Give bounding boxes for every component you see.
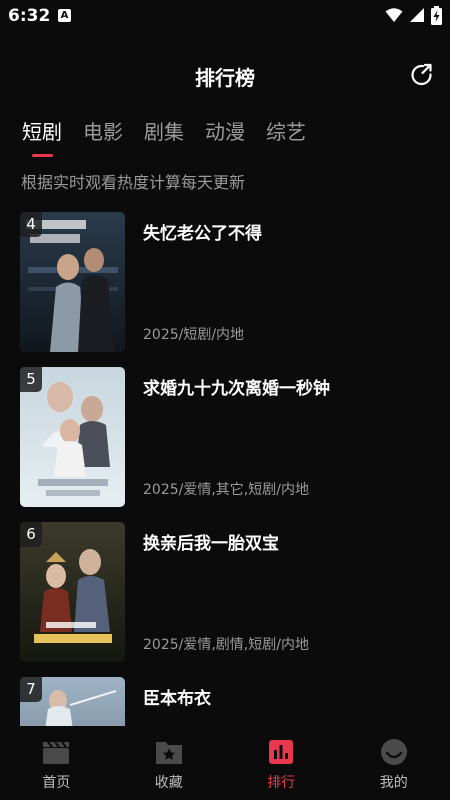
ranking-list[interactable]: 4 失忆老公了不得 2025/短剧/内地 5 求婚九十九次离婚一秒钟 2025/… bbox=[0, 210, 450, 726]
item-title[interactable]: 臣本布衣 bbox=[143, 684, 211, 709]
rank-badge: 4 bbox=[20, 212, 42, 237]
poster-thumbnail[interactable]: 6 bbox=[20, 522, 125, 662]
header: 排行榜 bbox=[0, 56, 450, 94]
nav-favorites[interactable]: 收藏 bbox=[113, 726, 226, 800]
refresh-icon bbox=[411, 63, 432, 86]
list-item[interactable]: 4 失忆老公了不得 2025/短剧/内地 bbox=[0, 210, 450, 365]
item-title[interactable]: 换亲后我一胎双宝 bbox=[143, 529, 279, 554]
tab-label: 综艺 bbox=[266, 120, 306, 144]
poster-thumbnail[interactable]: 7 bbox=[20, 677, 125, 726]
nav-home[interactable]: 首页 bbox=[0, 726, 113, 800]
list-item[interactable]: 5 求婚九十九次离婚一秒钟 2025/爱情,其它,短剧/内地 bbox=[0, 365, 450, 520]
wifi-icon bbox=[385, 8, 403, 22]
item-meta: 2025/爱情,剧情,短剧/内地 bbox=[143, 637, 309, 653]
item-title[interactable]: 求婚九十九次离婚一秒钟 bbox=[143, 374, 330, 399]
tab-anime[interactable]: 动漫 bbox=[205, 116, 245, 160]
nav-label: 首页 bbox=[42, 775, 71, 791]
tab-label: 剧集 bbox=[144, 120, 184, 144]
tab-label: 电影 bbox=[83, 120, 123, 144]
poster-thumbnail[interactable]: 4 bbox=[20, 212, 125, 352]
tab-short-drama[interactable]: 短剧 bbox=[22, 116, 62, 160]
notification-a-icon: A bbox=[58, 9, 71, 22]
list-item[interactable]: 6 换亲后我一胎双宝 2025/爱情,剧情,短剧/内地 bbox=[0, 520, 450, 675]
list-item[interactable]: 7 臣本布衣 bbox=[0, 675, 450, 726]
active-tab-indicator bbox=[32, 154, 53, 157]
status-bar: 6:32 A bbox=[0, 0, 450, 32]
refresh-button[interactable] bbox=[409, 62, 435, 88]
nav-label: 我的 bbox=[379, 775, 408, 791]
bottom-nav: 首页 收藏 排行 我的 bbox=[0, 726, 450, 800]
poster-thumbnail[interactable]: 5 bbox=[20, 367, 125, 507]
rank-badge: 7 bbox=[20, 677, 42, 702]
tab-movies[interactable]: 电影 bbox=[83, 116, 123, 160]
category-tabs: 短剧 电影 剧集 动漫 综艺 bbox=[22, 116, 306, 160]
nav-label: 收藏 bbox=[154, 775, 183, 791]
page-title: 排行榜 bbox=[195, 66, 255, 90]
bar-chart-icon bbox=[269, 740, 294, 764]
item-meta: 2025/短剧/内地 bbox=[143, 327, 245, 343]
tab-series[interactable]: 剧集 bbox=[144, 116, 184, 160]
clapperboard-icon bbox=[43, 741, 70, 764]
tab-label: 短剧 bbox=[22, 120, 62, 144]
rank-badge: 5 bbox=[20, 367, 42, 392]
status-time: 6:32 bbox=[8, 6, 51, 26]
rank-badge: 6 bbox=[20, 522, 42, 547]
nav-profile[interactable]: 我的 bbox=[338, 726, 450, 800]
tab-variety[interactable]: 综艺 bbox=[266, 116, 306, 160]
star-folder-icon bbox=[155, 742, 182, 764]
ranking-subtitle: 根据实时观看热度计算每天更新 bbox=[21, 173, 246, 192]
smiley-face-icon bbox=[380, 739, 407, 765]
item-meta: 2025/爱情,其它,短剧/内地 bbox=[143, 482, 309, 498]
status-icons bbox=[385, 5, 442, 25]
tab-label: 动漫 bbox=[205, 120, 245, 144]
nav-ranking[interactable]: 排行 bbox=[225, 726, 338, 800]
signal-icon bbox=[410, 8, 424, 22]
item-title[interactable]: 失忆老公了不得 bbox=[143, 219, 262, 244]
battery-charging-icon bbox=[431, 5, 442, 25]
nav-label: 排行 bbox=[267, 775, 296, 791]
